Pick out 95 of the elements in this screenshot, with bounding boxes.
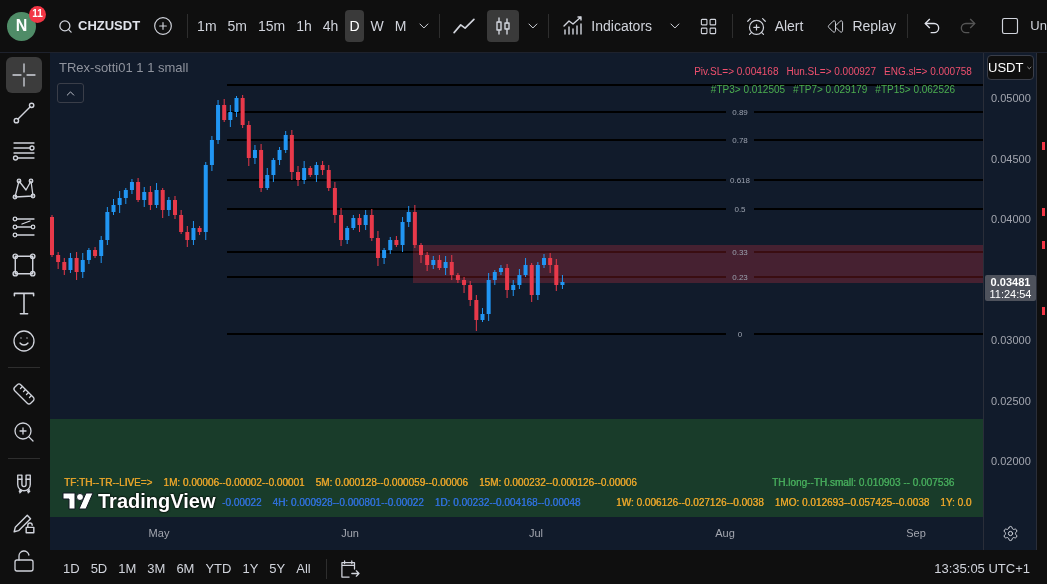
notification-badge: 11 <box>29 5 46 23</box>
rewind-icon <box>827 17 845 35</box>
layout-button[interactable]: Un <box>995 10 1047 42</box>
indicator-value: TH.long--TH.small: 0.010903 -- 0.007536 <box>772 477 955 489</box>
chart-type-button[interactable] <box>486 10 519 42</box>
interval-button[interactable]: 5m <box>223 10 251 42</box>
dotted-lines-icon <box>12 215 36 239</box>
interval-button[interactable]: 1m <box>193 10 221 42</box>
range-button[interactable]: YTD <box>200 555 237 582</box>
symbol-search-button[interactable]: CHZUSDT <box>50 10 149 42</box>
logo-wordmark: TradingView <box>98 490 216 512</box>
settings-icon[interactable] <box>1001 525 1019 542</box>
indicator-value: 1Y: 0.0 <box>940 497 972 509</box>
indicator-value: 1W: 0.006126--0.027126--0.0038 <box>616 497 764 509</box>
signal-label: #TP15> 0.062526 <box>875 84 956 96</box>
price-tick-label: 0.02000 <box>991 455 1031 467</box>
fib-level-label: 0.5 <box>734 205 746 214</box>
toolbar-button[interactable]: Replay <box>822 10 901 42</box>
indicator-value: 1D: 0.00232--0.004168--0.00048 <box>434 497 581 509</box>
parallel-lines-icon <box>12 139 36 163</box>
time-axis-label: May <box>148 527 170 539</box>
bar-countdown: 11:24:54 <box>989 288 1032 300</box>
text-icon <box>12 291 36 315</box>
interval-button[interactable]: M <box>390 10 411 42</box>
fib-level-label: 0.618 <box>730 176 750 185</box>
fib-level-label: 0.23 <box>732 273 748 282</box>
interval-button[interactable]: D <box>345 10 364 42</box>
toolbar-button[interactable]: Alert <box>740 10 809 42</box>
fib-level-label: 0 <box>737 330 743 339</box>
drawing-tool-button[interactable] <box>6 57 42 93</box>
indicator-value: 15M: 0.000232--0.000126--0.00006 <box>478 477 637 489</box>
indicator-value: 1M: 0.00006--0.00002--0.00001 <box>163 477 305 489</box>
time-axis-label: Jun <box>341 527 359 539</box>
clock[interactable]: 13:35:05 UTC+1 <box>934 558 1030 579</box>
range-button[interactable]: 5Y <box>264 555 291 582</box>
smiley-icon <box>12 329 36 353</box>
indicator-value: 4H: 0.000928--0.000801--0.00022 <box>272 497 424 509</box>
price-tick-label: 0.04000 <box>991 213 1031 225</box>
range-button[interactable]: 5D <box>85 555 113 582</box>
edge-marker <box>1042 307 1045 315</box>
range-button[interactable]: 1D <box>58 555 85 582</box>
signal-label: Hun.SL=> 0.000927 <box>786 66 876 78</box>
price-tick-label: 0.03000 <box>991 334 1031 346</box>
crosshair-icon <box>12 63 36 87</box>
plus-circle-icon <box>153 16 174 36</box>
time-axis-label: Jul <box>528 527 544 539</box>
pattern-icon <box>12 177 36 201</box>
signal-label: Piv.SL=> 0.004168 <box>694 66 779 78</box>
edge-marker <box>1042 241 1045 249</box>
search-icon <box>58 18 73 34</box>
alarm-clock-icon <box>745 15 767 37</box>
interval-button[interactable]: 1h <box>292 10 316 42</box>
currency-dropdown[interactable]: USDT <box>987 55 1034 80</box>
last-price: 0.03481 <box>990 276 1031 288</box>
indicator-legend[interactable]: TRex-sotti01 1 1 small <box>59 60 189 76</box>
range-button[interactable]: 3M <box>142 555 171 582</box>
indicator-value: TF:TH--TR--LIVE=> <box>64 477 153 489</box>
edge-marker <box>1042 208 1045 216</box>
signal-label: #TP7> 0.029179 <box>793 84 868 96</box>
range-button[interactable]: All <box>291 555 316 582</box>
interval-button[interactable]: 4h <box>318 10 343 42</box>
line-chart-icon <box>453 18 476 34</box>
grid-icon <box>699 16 719 36</box>
price-tick-label: 0.04500 <box>991 153 1031 165</box>
range-button[interactable]: 1M <box>113 555 142 582</box>
trend-line-icon <box>12 101 36 125</box>
price-tick-label: 0.05000 <box>991 92 1031 104</box>
range-button[interactable]: 6M <box>171 555 200 582</box>
indicator-value: 5M: 0.000128--0.000059--0.00006 <box>315 477 468 489</box>
time-axis-label: Aug <box>715 527 735 539</box>
unlock-icon <box>12 549 36 573</box>
candlestick-icon <box>494 16 511 36</box>
fib-level-label: 0.33 <box>732 248 748 257</box>
ruler-icon <box>12 382 36 406</box>
logo-icon <box>62 492 94 510</box>
range-button[interactable]: 1Y <box>237 555 264 582</box>
zoom-in-icon <box>12 420 36 444</box>
indicator-value: 1MO: 0.012693--0.057425--0.0038 <box>774 497 930 509</box>
square-icon <box>1000 16 1021 36</box>
edge-marker <box>1042 142 1045 150</box>
indicators-icon <box>563 16 584 36</box>
time-axis-label: Sep <box>906 527 926 539</box>
price-tick-label: 0.02500 <box>991 395 1031 407</box>
calendar-arrow-icon <box>339 559 360 578</box>
toolbar-button[interactable]: Indicators <box>558 10 658 42</box>
fib-level-label: 0.89 <box>732 108 748 117</box>
signal-label: #TP3> 0.012505 <box>710 84 786 96</box>
symbol-name: CHZUSDT <box>78 17 141 36</box>
rectangle-icon <box>12 253 36 277</box>
compare-button[interactable] <box>153 16 174 36</box>
fib-level-label: 0.78 <box>732 136 748 145</box>
indicator-value: -0.00022 <box>222 497 262 509</box>
signal-label: ENG.sl=> 0.000758 <box>884 66 972 78</box>
interval-button[interactable]: 15m <box>254 10 290 42</box>
interval-button[interactable]: W <box>366 10 388 42</box>
